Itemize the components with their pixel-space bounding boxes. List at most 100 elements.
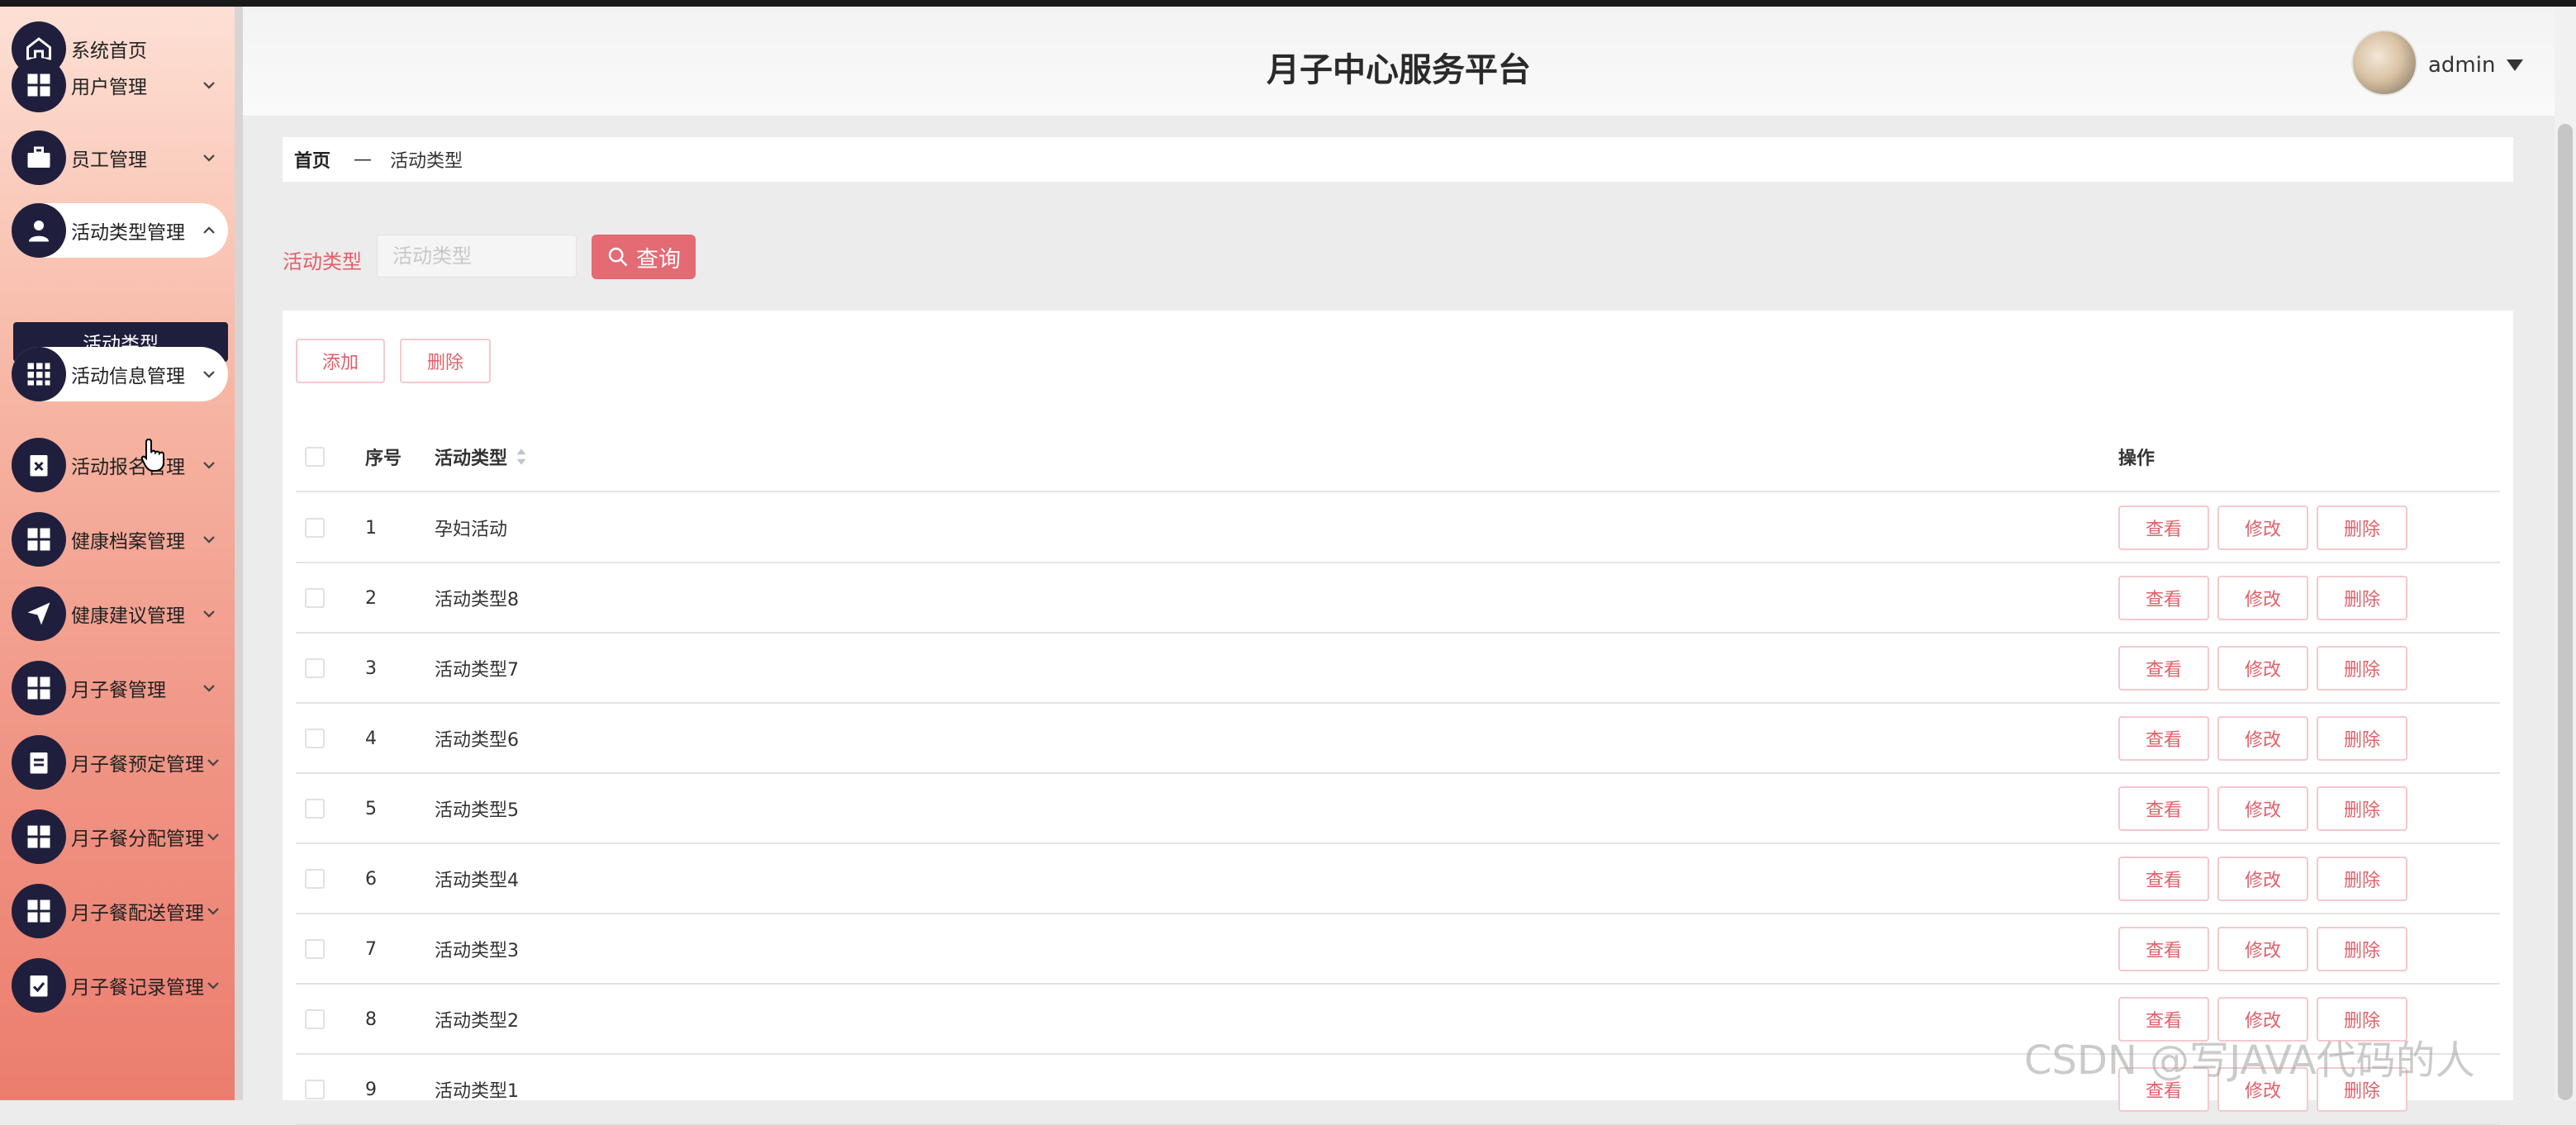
edit-button[interactable]: 修改 (2217, 786, 2308, 831)
sidebar-item-health-advice[interactable]: 健康建议管理 (12, 586, 228, 641)
view-button[interactable]: 查看 (2118, 576, 2209, 620)
sidebar-item-meal-delivery[interactable]: 月子餐配送管理 (12, 884, 228, 938)
row-index: 5 (365, 798, 377, 819)
search-button[interactable]: 查询 (592, 235, 696, 279)
sidebar-item-label: 用户管理 (71, 77, 147, 98)
sidebar-item-label: 月子餐分配管理 (71, 828, 204, 850)
sidebar-item-activity-info[interactable]: 活动信息管理 (12, 347, 228, 401)
add-button[interactable]: 添加 (296, 339, 385, 383)
avatar[interactable] (2351, 30, 2417, 96)
header-ops: 操作 (2118, 449, 2155, 469)
row-checkbox[interactable] (305, 869, 325, 889)
view-button[interactable]: 查看 (2118, 857, 2209, 901)
row-checkbox[interactable] (305, 518, 325, 538)
watermark: CSDN @写JAVA代码的人 (2024, 1037, 2475, 1084)
edit-button[interactable]: 修改 (2217, 576, 2308, 620)
grid-icon (12, 512, 66, 567)
bulk-delete-button[interactable]: 删除 (400, 339, 491, 383)
grid-icon (12, 661, 66, 715)
clipboard-x-icon (12, 438, 66, 492)
row-actions: 查看 修改 删除 (2118, 494, 2407, 562)
sidebar-item-label: 健康建议管理 (71, 605, 185, 627)
table-row: 3 活动类型7 查看 修改 删除 (296, 634, 2500, 704)
sidebar: 系统首页 用户管理 员工管理 活动类型管理 活动类型 活动信息管理 活动报名管理… (0, 7, 243, 1100)
row-checkbox[interactable] (305, 1009, 325, 1029)
sidebar-item-label: 活动类型管理 (71, 222, 185, 244)
sidebar-item-label: 月子餐预定管理 (71, 754, 204, 776)
sidebar-item-label: 员工管理 (71, 150, 147, 171)
view-button[interactable]: 查看 (2118, 927, 2209, 971)
sort-icon[interactable] (516, 448, 527, 466)
sidebar-item-label: 月子餐配送管理 (71, 903, 204, 924)
sidebar-item-users[interactable]: 用户管理 (12, 58, 228, 112)
chevron-down-icon (204, 976, 222, 994)
view-button[interactable]: 查看 (2118, 716, 2209, 761)
delete-button[interactable]: 删除 (2317, 576, 2407, 620)
row-checkbox[interactable] (305, 939, 325, 959)
sidebar-item-activity-signup[interactable]: 活动报名管理 (12, 438, 228, 492)
sidebar-item-health-records[interactable]: 健康档案管理 (12, 512, 228, 567)
row-name: 活动类型4 (435, 871, 519, 891)
delete-button[interactable]: 删除 (2317, 857, 2407, 901)
sidebar-item-meal-booking[interactable]: 月子餐预定管理 (12, 735, 228, 790)
row-actions: 查看 修改 删除 (2118, 705, 2407, 772)
view-button[interactable]: 查看 (2118, 646, 2209, 691)
grid-icon (12, 884, 66, 938)
search-input[interactable] (377, 235, 577, 278)
view-button[interactable]: 查看 (2118, 506, 2209, 550)
edit-button[interactable]: 修改 (2217, 506, 2308, 550)
page-title: 月子中心服务平台 (1267, 51, 1531, 89)
row-actions: 查看 修改 删除 (2118, 634, 2407, 702)
caret-down-icon[interactable] (2507, 59, 2523, 71)
sidebar-item-meal-records[interactable]: 月子餐记录管理 (12, 958, 228, 1013)
search-label: 活动类型 (283, 250, 362, 273)
select-all-checkbox[interactable] (305, 447, 325, 467)
sidebar-item-label: 健康档案管理 (71, 531, 185, 553)
sidebar-item-meal-allocation[interactable]: 月子餐分配管理 (12, 809, 228, 864)
sidebar-item-label: 活动报名管理 (71, 457, 185, 478)
header-name[interactable]: 活动类型 (435, 423, 527, 491)
window-top-edge (0, 0, 2576, 7)
row-name: 活动类型8 (435, 590, 519, 610)
row-checkbox[interactable] (305, 588, 325, 608)
row-checkbox[interactable] (305, 799, 325, 819)
table-header: 序号 活动类型 操作 (296, 423, 2500, 492)
row-name: 活动类型7 (435, 660, 519, 681)
view-button[interactable]: 查看 (2118, 786, 2209, 831)
row-actions: 查看 修改 删除 (2118, 845, 2407, 913)
header-index: 序号 (365, 449, 402, 469)
grid-icon (12, 58, 66, 112)
row-checkbox[interactable] (305, 729, 325, 748)
sidebar-item-label: 月子餐记录管理 (71, 977, 204, 999)
row-name: 活动类型1 (435, 1081, 519, 1102)
breadcrumb-current: 活动类型 (390, 151, 463, 172)
breadcrumb-home[interactable]: 首页 (294, 146, 330, 173)
user-menu[interactable]: admin (2428, 53, 2495, 78)
delete-button[interactable]: 删除 (2317, 716, 2407, 761)
delete-button[interactable]: 删除 (2317, 506, 2407, 550)
edit-button[interactable]: 修改 (2217, 646, 2308, 691)
delete-button[interactable]: 删除 (2317, 786, 2407, 831)
search-icon (608, 247, 628, 267)
row-name: 活动类型3 (435, 941, 519, 961)
sidebar-item-activity-type[interactable]: 活动类型管理 (12, 203, 228, 258)
edit-button[interactable]: 修改 (2217, 857, 2308, 901)
chevron-down-icon (204, 828, 222, 846)
scrollbar-thumb[interactable] (2558, 124, 2573, 1100)
edit-button[interactable]: 修改 (2217, 716, 2308, 761)
row-index: 4 (365, 728, 377, 749)
row-name: 活动类型5 (435, 800, 519, 821)
delete-button[interactable]: 删除 (2317, 927, 2407, 971)
row-checkbox[interactable] (305, 658, 325, 678)
header-name-label: 活动类型 (435, 449, 508, 469)
row-checkbox[interactable] (305, 1080, 325, 1099)
sidebar-item-meals[interactable]: 月子餐管理 (12, 661, 228, 715)
grid-icon (12, 809, 66, 864)
sidebar-item-staff[interactable]: 员工管理 (12, 131, 228, 185)
row-name: 活动类型6 (435, 730, 519, 751)
chevron-down-icon (204, 902, 222, 920)
row-name: 孕妇活动 (435, 520, 508, 540)
apps-icon (12, 347, 66, 401)
delete-button[interactable]: 删除 (2317, 646, 2407, 691)
edit-button[interactable]: 修改 (2217, 927, 2308, 971)
